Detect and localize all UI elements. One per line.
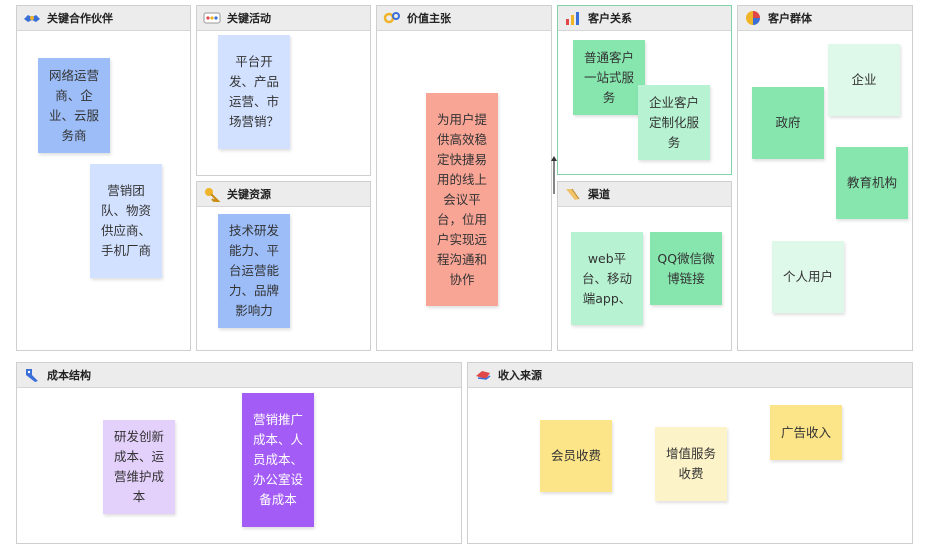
key-activities-title: 关键活动 xyxy=(227,12,271,25)
cost-structure-panel: 成本结构 xyxy=(16,362,462,544)
partner-note-carriers[interactable]: 网络运营商、企业、云服务商 xyxy=(38,58,110,153)
key-partners-title: 关键合作伙伴 xyxy=(47,12,113,25)
cost-structure-header: 成本结构 xyxy=(17,363,461,388)
customer-relationships-title: 客户关系 xyxy=(588,12,632,25)
resource-note-tech[interactable]: 技术研发能力、平台运营能力、品牌影响力 xyxy=(218,214,290,328)
segment-note-government[interactable]: 政府 xyxy=(752,87,824,159)
partner-note-marketing[interactable]: 营销团队、物资供应商、手机厂商 xyxy=(90,164,162,278)
channel-note-social[interactable]: QQ微信微博链接 xyxy=(650,232,722,305)
revenue-streams-title: 收入来源 xyxy=(498,369,542,382)
money-icon xyxy=(474,367,492,383)
value-propositions-header: 价值主张 xyxy=(377,6,551,31)
channels-title: 渠道 xyxy=(588,188,610,201)
revenue-note-membership[interactable]: 会员收费 xyxy=(540,420,612,492)
key-activities-header: 关键活动 xyxy=(197,6,370,31)
handshake-icon xyxy=(23,10,41,26)
cost-structure-title: 成本结构 xyxy=(47,369,91,382)
channel-note-web[interactable]: web平台、移动端app、 xyxy=(571,232,643,325)
activity-note-dev[interactable]: 平台开发、产品运营、市场营销？ xyxy=(218,35,290,149)
segment-note-education[interactable]: 教育机构 xyxy=(836,147,908,219)
bar-chart-icon xyxy=(564,10,582,26)
revenue-streams-header: 收入来源 xyxy=(468,363,912,388)
customer-segments-title: 客户群体 xyxy=(768,12,812,25)
connector-arrow xyxy=(551,156,557,194)
paper-plane-icon xyxy=(564,186,582,202)
segment-note-individual[interactable]: 个人用户 xyxy=(772,241,844,313)
pie-chart-icon xyxy=(744,10,762,26)
key-icon xyxy=(203,186,221,203)
gears-icon xyxy=(383,10,401,26)
customer-segments-header: 客户群体 xyxy=(738,6,912,31)
segment-note-enterprise[interactable]: 企业 xyxy=(828,44,900,116)
key-resources-header: 关键资源 xyxy=(197,182,370,207)
customer-relationships-header: 客户关系 xyxy=(558,6,731,31)
relationship-note-custom[interactable]: 企业客户定制化服务 xyxy=(638,85,710,160)
relationship-note-onestop[interactable]: 普通客户一站式服务 xyxy=(573,40,645,115)
tag-icon xyxy=(23,367,41,383)
value-propositions-title: 价值主张 xyxy=(407,12,451,25)
cost-note-marketing[interactable]: 营销推广成本、人员成本、办公室设备成本 xyxy=(242,393,314,527)
key-partners-header: 关键合作伙伴 xyxy=(17,6,190,31)
dots-icon xyxy=(203,10,221,26)
key-resources-title: 关键资源 xyxy=(227,188,271,201)
value-note-platform[interactable]: 为用户提供高效稳定快捷易用的线上会议平台，位用户实现远程沟通和协作 xyxy=(426,93,498,306)
revenue-note-ads[interactable]: 广告收入 xyxy=(770,405,842,460)
cost-note-rnd[interactable]: 研发创新成本、运营维护成本 xyxy=(103,420,175,514)
revenue-note-value-added[interactable]: 增值服务收费 xyxy=(655,427,727,501)
channels-header: 渠道 xyxy=(558,182,731,207)
